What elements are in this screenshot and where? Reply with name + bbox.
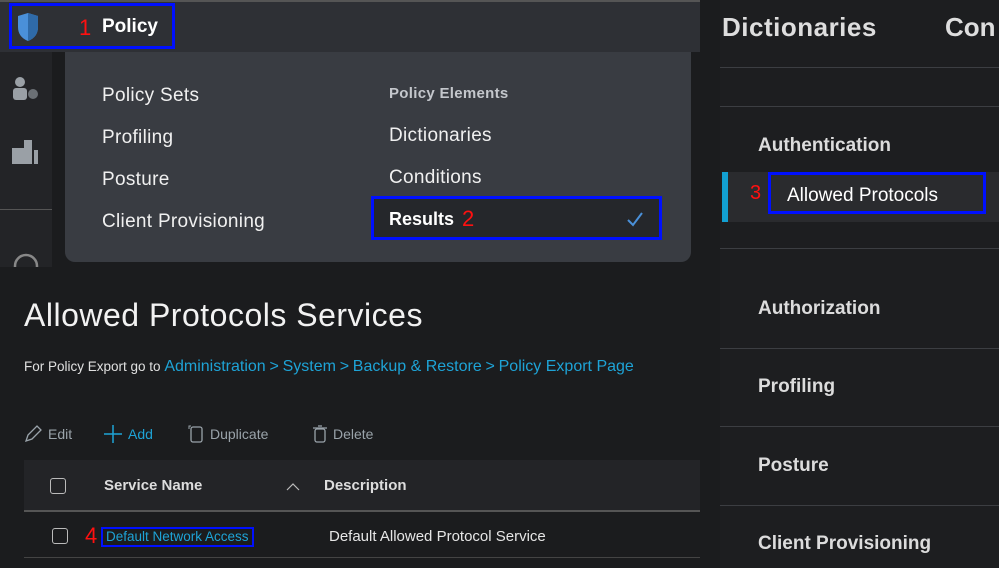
menu-item-client-provisioning[interactable]: Client Provisioning <box>102 211 265 233</box>
tab-conditions[interactable]: Con <box>945 12 996 43</box>
export-breadcrumb: For Policy Export go to Administration >… <box>24 358 634 376</box>
policy-elements-panel: Dictionaries Con Authentication 3 Allowe… <box>720 0 999 568</box>
step-number: 4 <box>85 523 98 548</box>
add-label: Add <box>128 426 153 442</box>
nav-item-allowed-protocols[interactable]: 3 Allowed Protocols <box>722 172 999 222</box>
separator: > <box>485 358 495 375</box>
policy-label: Policy <box>102 16 158 37</box>
divider <box>720 426 999 427</box>
help-icon[interactable] <box>12 252 40 267</box>
step-number: 3 <box>750 182 762 204</box>
divider <box>720 106 999 107</box>
policy-dropdown-menu: Policy Sets Profiling Posture Client Pro… <box>65 52 691 262</box>
menu-item-dictionaries[interactable]: Dictionaries <box>389 125 492 147</box>
page-title: Allowed Protocols Services <box>24 297 423 333</box>
divider <box>720 505 999 506</box>
table-row: 4 Default Network Access Default Allowed… <box>24 514 700 558</box>
section-profiling[interactable]: Profiling <box>758 376 835 398</box>
edit-label: Edit <box>48 426 73 442</box>
table-header: Service Name Description <box>24 460 700 512</box>
allowed-protocols-label: Allowed Protocols <box>768 172 986 214</box>
divider <box>720 348 999 349</box>
menu-item-profiling[interactable]: Profiling <box>102 127 173 149</box>
left-sidebar <box>0 52 52 267</box>
duplicate-label: Duplicate <box>210 426 269 442</box>
section-posture[interactable]: Posture <box>758 455 829 477</box>
service-description: Default Allowed Protocol Service <box>329 528 546 545</box>
section-authorization[interactable]: Authorization <box>758 298 880 320</box>
add-button[interactable]: Add <box>104 425 153 443</box>
shield-icon <box>18 13 38 41</box>
select-all-checkbox[interactable] <box>50 478 66 494</box>
separator: > <box>339 358 350 375</box>
column-service-name[interactable]: Service Name <box>104 477 202 494</box>
service-name-link[interactable]: Default Network Access <box>101 527 254 547</box>
checkmark-icon <box>627 212 643 227</box>
building-icon[interactable] <box>10 138 42 166</box>
export-prefix: For Policy Export go to <box>24 359 161 374</box>
duplicate-icon <box>188 425 203 443</box>
delete-button[interactable]: Delete <box>313 425 373 443</box>
step-number: 1 <box>79 15 92 40</box>
policy-elements-heading: Policy Elements <box>389 85 509 102</box>
plus-icon <box>104 425 122 443</box>
column-description[interactable]: Description <box>324 477 407 494</box>
sort-ascending-icon[interactable] <box>286 482 300 491</box>
menu-item-results[interactable]: Results 2 <box>371 196 662 240</box>
separator: > <box>269 358 279 375</box>
divider <box>720 248 999 249</box>
section-authentication[interactable]: Authentication <box>758 135 891 157</box>
duplicate-button[interactable]: Duplicate <box>188 425 268 443</box>
trash-icon <box>313 425 327 443</box>
menu-item-conditions[interactable]: Conditions <box>389 167 482 189</box>
delete-label: Delete <box>333 426 374 442</box>
tab-dictionaries[interactable]: Dictionaries <box>722 12 877 43</box>
link-policy-export-page[interactable]: Policy Export Page <box>499 358 634 375</box>
menu-item-policy-sets[interactable]: Policy Sets <box>102 85 199 107</box>
menu-item-posture[interactable]: Posture <box>102 169 170 191</box>
divider <box>720 67 999 68</box>
step-number: 2 <box>462 206 475 231</box>
edit-button[interactable]: Edit <box>24 425 72 443</box>
link-system[interactable]: System <box>283 358 336 375</box>
user-settings-icon[interactable] <box>10 76 42 102</box>
row-checkbox[interactable] <box>52 528 68 544</box>
results-label: Results <box>389 209 455 229</box>
section-client-provisioning[interactable]: Client Provisioning <box>758 533 931 555</box>
link-backup-restore[interactable]: Backup & Restore <box>353 358 482 375</box>
policy-menu-button[interactable]: 1 Policy <box>9 3 175 49</box>
link-administration[interactable]: Administration <box>164 358 265 375</box>
pencil-icon <box>24 425 42 443</box>
